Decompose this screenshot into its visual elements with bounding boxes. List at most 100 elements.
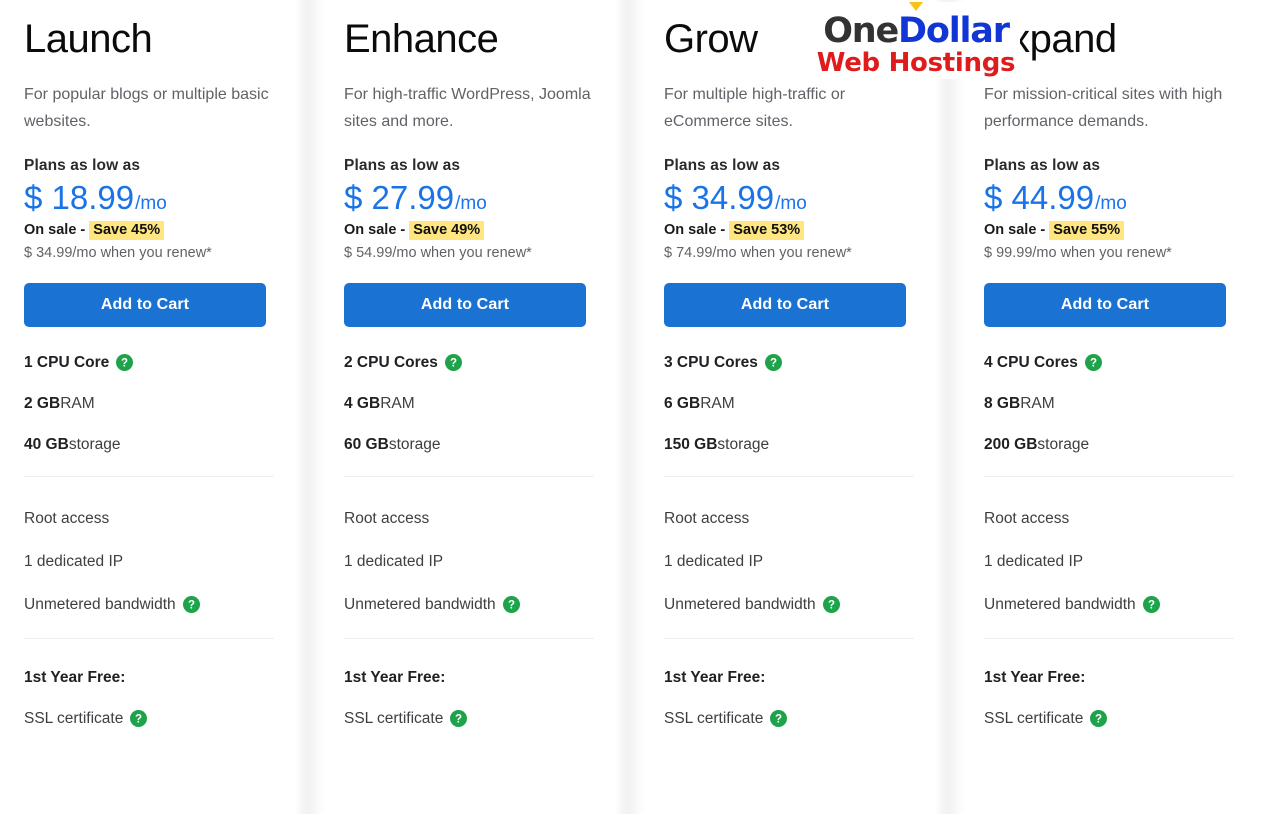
add-to-cart-button[interactable]: Add to Cart bbox=[24, 283, 266, 327]
plan-title: Enhance bbox=[344, 17, 499, 61]
feature-root-access: Root access bbox=[664, 509, 936, 528]
help-question-icon[interactable]: ? bbox=[1084, 354, 1102, 371]
feature-label: 1 dedicated IP bbox=[344, 553, 444, 570]
renewal-price-note: $ 54.99/mo when you renew* bbox=[344, 245, 532, 261]
help-question-icon[interactable]: ? bbox=[1142, 596, 1160, 613]
spec-ram-label: RAM bbox=[380, 395, 415, 412]
svg-text:?: ? bbox=[1148, 600, 1155, 612]
help-question-icon[interactable]: ? bbox=[444, 354, 462, 371]
plan-title: Expand bbox=[984, 17, 1117, 61]
spec-storage: 200 GB storage bbox=[984, 435, 1256, 454]
section-divider bbox=[984, 476, 1234, 477]
spec-cpu-value: 4 CPU Cores bbox=[984, 354, 1078, 371]
spec-ram-value: 8 GB bbox=[984, 395, 1021, 412]
feature-dedicated-ip: 1 dedicated IP bbox=[344, 552, 616, 571]
plan-card-expand: Expand For mission-critical sites with h… bbox=[936, 0, 1280, 814]
help-question-icon[interactable]: ? bbox=[770, 710, 788, 727]
feature-label: Unmetered bandwidth bbox=[24, 596, 176, 613]
feature-label: Root access bbox=[984, 510, 1070, 527]
logo-word-dollar: Dollar bbox=[898, 11, 1010, 51]
spec-storage-value: 150 GB bbox=[664, 436, 718, 453]
help-question-icon[interactable]: ? bbox=[116, 354, 134, 371]
plans-as-low-as-label: Plans as low as bbox=[24, 157, 141, 174]
feature-bandwidth: Unmetered bandwidth? bbox=[24, 595, 296, 614]
help-question-icon[interactable]: ? bbox=[502, 596, 520, 613]
logo-wordmark: OneDollar bbox=[812, 12, 1020, 50]
logo-tagline: Web Hostings bbox=[816, 48, 1016, 78]
pricing-plan-grid: Launch For popular blogs or multiple bas… bbox=[0, 0, 1280, 814]
help-question-icon[interactable]: ? bbox=[764, 354, 782, 371]
spec-storage-label: storage bbox=[68, 436, 121, 453]
svg-text:?: ? bbox=[508, 600, 515, 612]
price-amount: $ 18.99 bbox=[24, 179, 135, 216]
spec-cpu: 2 CPU Cores? bbox=[344, 353, 616, 372]
feature-label: SSL certificate bbox=[664, 710, 764, 727]
add-to-cart-button[interactable]: Add to Cart bbox=[984, 283, 1226, 327]
help-question-icon[interactable]: ? bbox=[450, 710, 468, 727]
feature-ssl-certificate: SSL certificate? bbox=[24, 709, 296, 728]
svg-text:?: ? bbox=[828, 600, 835, 612]
feature-label: Unmetered bandwidth bbox=[664, 596, 816, 613]
help-question-icon[interactable]: ? bbox=[822, 596, 840, 613]
feature-label: 1 dedicated IP bbox=[984, 553, 1084, 570]
add-to-cart-button[interactable]: Add to Cart bbox=[664, 283, 906, 327]
price-amount: $ 34.99 bbox=[664, 179, 775, 216]
spec-ram: 2 GB RAM bbox=[24, 394, 296, 413]
save-badge: Save 55% bbox=[1049, 221, 1125, 240]
feature-label: Root access bbox=[344, 510, 430, 527]
help-question-icon[interactable]: ? bbox=[182, 596, 200, 613]
feature-label: Root access bbox=[24, 510, 110, 527]
plan-price: $ 18.99/mo bbox=[24, 179, 296, 217]
save-badge: Save 53% bbox=[729, 221, 805, 240]
on-sale-prefix: On sale - bbox=[664, 222, 730, 238]
plan-description: For high-traffic WordPress, Joomla sites… bbox=[344, 86, 591, 130]
feature-root-access: Root access bbox=[24, 509, 296, 528]
spec-ram: 8 GB RAM bbox=[984, 394, 1256, 413]
logo-word-one: One bbox=[823, 11, 899, 51]
feature-label: SSL certificate bbox=[24, 710, 124, 727]
section-divider bbox=[984, 638, 1234, 639]
pricing-page: Launch For popular blogs or multiple bas… bbox=[0, 0, 1280, 814]
plan-features: Root access 1 dedicated IP Unmetered ban… bbox=[664, 509, 936, 614]
save-badge: Save 49% bbox=[409, 221, 485, 240]
price-amount: $ 27.99 bbox=[344, 179, 455, 216]
add-to-cart-button[interactable]: Add to Cart bbox=[344, 283, 586, 327]
help-question-icon[interactable]: ? bbox=[130, 710, 148, 727]
feature-label: Root access bbox=[664, 510, 750, 527]
feature-bandwidth: Unmetered bandwidth? bbox=[664, 595, 936, 614]
logo-caret-icon bbox=[909, 2, 923, 11]
spec-ram-label: RAM bbox=[700, 395, 735, 412]
feature-root-access: Root access bbox=[344, 509, 616, 528]
plan-price: $ 44.99/mo bbox=[984, 179, 1256, 217]
spec-storage: 60 GB storage bbox=[344, 435, 616, 454]
help-question-icon[interactable]: ? bbox=[1090, 710, 1108, 727]
plan-price: $ 27.99/mo bbox=[344, 179, 616, 217]
renewal-price-note: $ 99.99/mo when you renew* bbox=[984, 245, 1172, 261]
spec-ram-value: 4 GB bbox=[344, 395, 381, 412]
feature-ssl-certificate: SSL certificate? bbox=[664, 709, 936, 728]
plan-specs: 4 CPU Cores? 8 GB RAM 200 GB storage bbox=[984, 353, 1256, 454]
svg-text:?: ? bbox=[1095, 714, 1102, 726]
site-logo[interactable]: OneDollar Web Hostings bbox=[812, 2, 1020, 79]
feature-dedicated-ip: 1 dedicated IP bbox=[984, 552, 1256, 571]
renewal-price-note: $ 34.99/mo when you renew* bbox=[24, 245, 212, 261]
on-sale-line: On sale - Save 53% bbox=[664, 221, 936, 240]
feature-label: SSL certificate bbox=[344, 710, 444, 727]
plan-specs: 2 CPU Cores? 4 GB RAM 60 GB storage bbox=[344, 353, 616, 454]
feature-ssl-certificate: SSL certificate? bbox=[344, 709, 616, 728]
on-sale-line: On sale - Save 45% bbox=[24, 221, 296, 240]
spec-ram-label: RAM bbox=[1020, 395, 1055, 412]
spec-storage-value: 60 GB bbox=[344, 436, 389, 453]
svg-text:?: ? bbox=[135, 714, 142, 726]
plan-features: Root access 1 dedicated IP Unmetered ban… bbox=[984, 509, 1256, 614]
on-sale-prefix: On sale - bbox=[984, 222, 1050, 238]
spec-storage-label: storage bbox=[1037, 436, 1090, 453]
on-sale-line: On sale - Save 55% bbox=[984, 221, 1256, 240]
spec-storage: 40 GB storage bbox=[24, 435, 296, 454]
svg-text:?: ? bbox=[770, 358, 777, 370]
on-sale-line: On sale - Save 49% bbox=[344, 221, 616, 240]
spec-ram-value: 2 GB bbox=[24, 395, 61, 412]
first-year-free-heading: 1st Year Free: bbox=[24, 669, 126, 686]
spec-ram: 6 GB RAM bbox=[664, 394, 936, 413]
spec-cpu-value: 3 CPU Cores bbox=[664, 354, 758, 371]
